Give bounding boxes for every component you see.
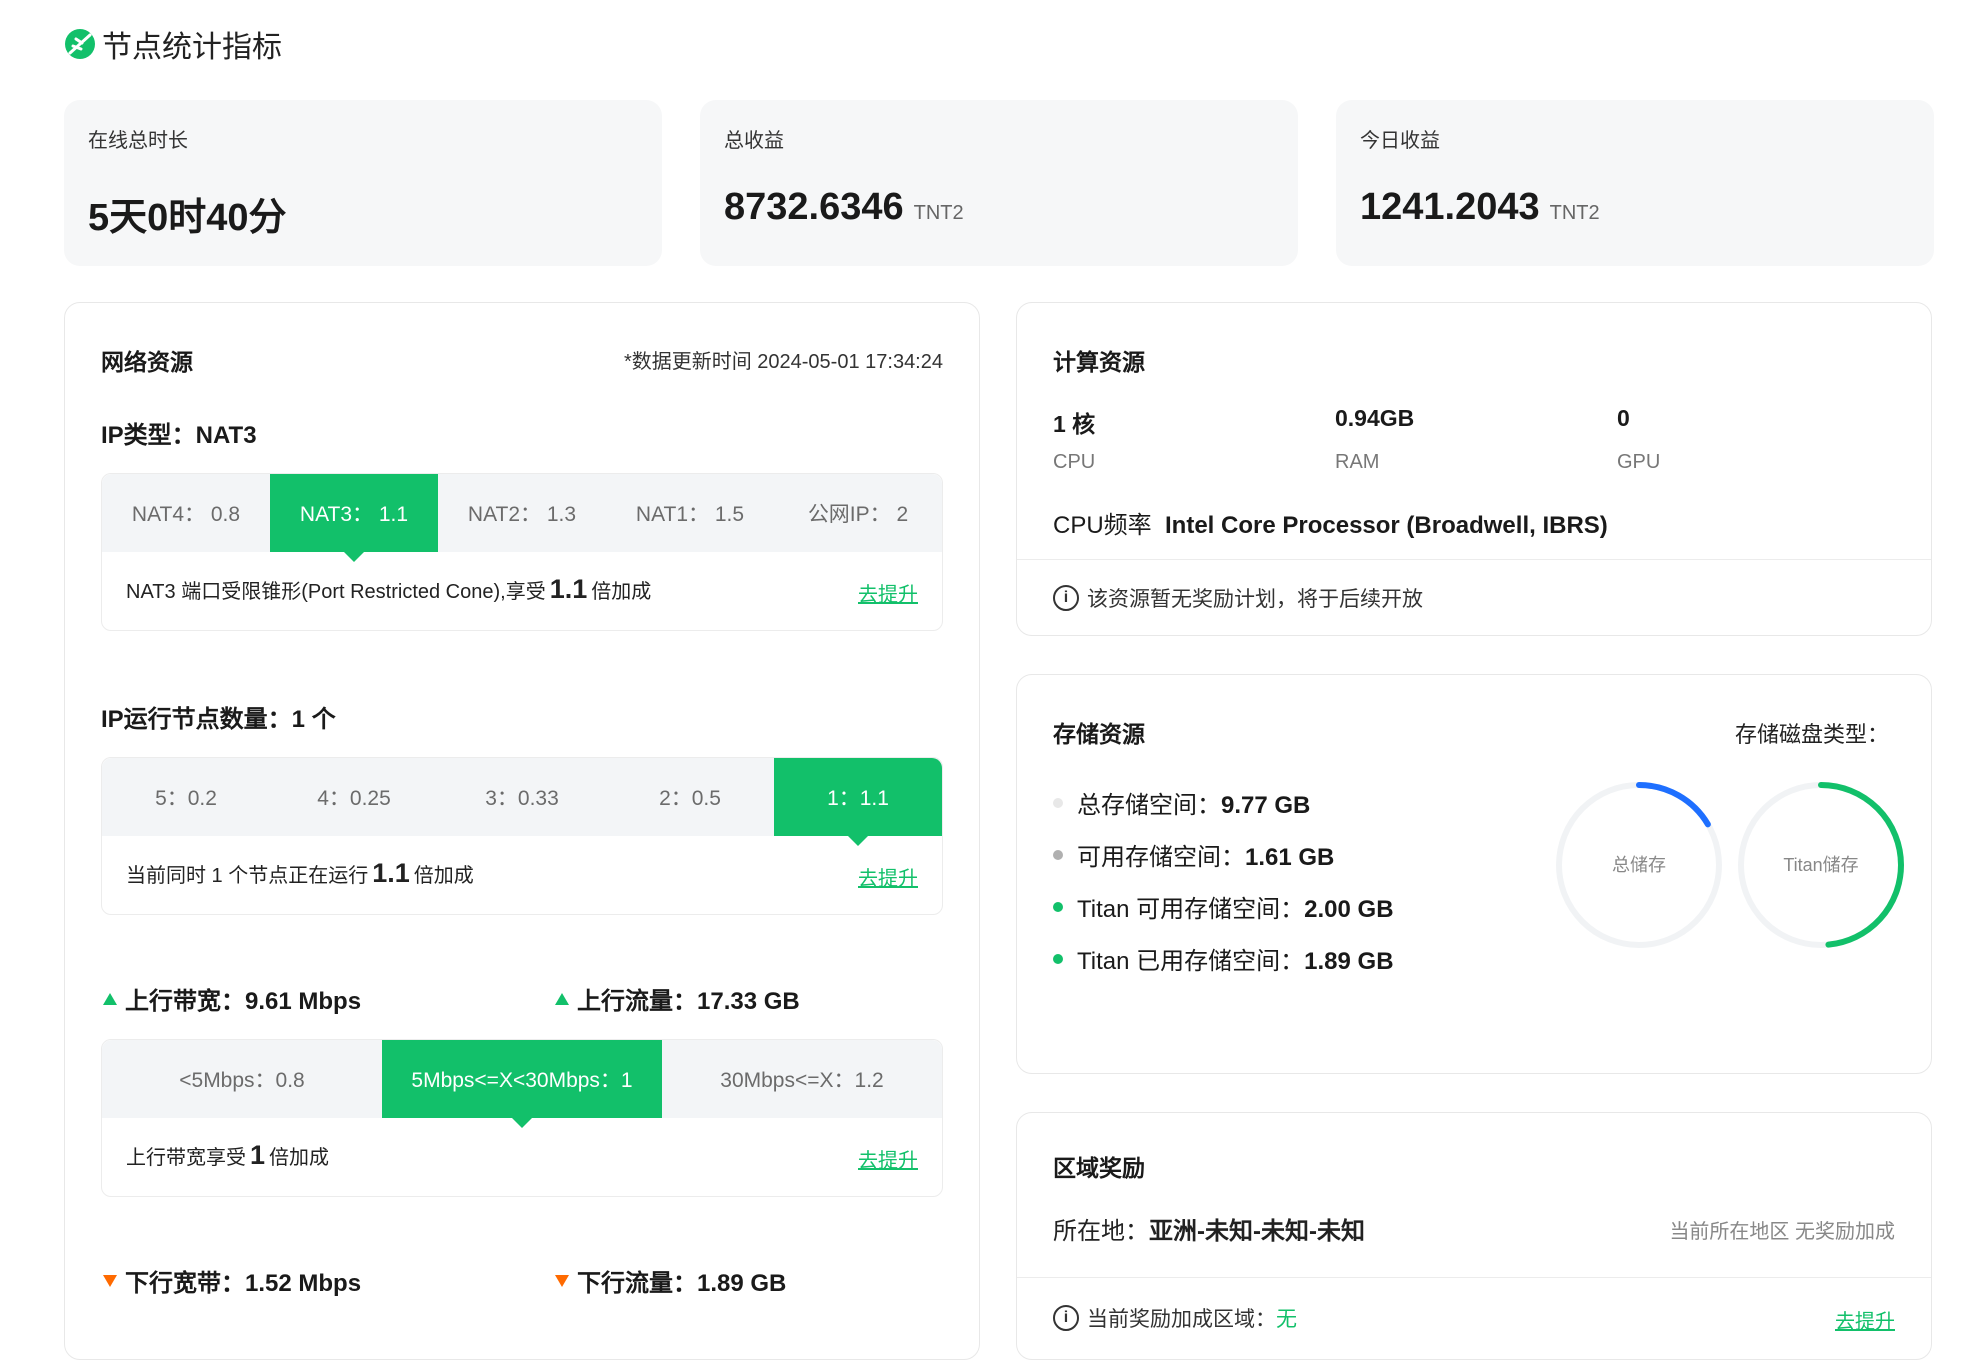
ip-type-option-nat2[interactable]: NAT2： 1.3 — [438, 474, 606, 552]
legend-dot — [1053, 797, 1063, 808]
ip-type-option-nat3[interactable]: NAT3： 1.1 — [270, 474, 438, 562]
bandwidth-option-high[interactable]: 30Mbps<=X：1.2 — [662, 1040, 942, 1118]
storage-total: 总存储空间：9.77 GB — [1053, 785, 1310, 820]
node-count-improve-link[interactable]: 去提升 — [858, 862, 918, 891]
region-bonus-note: 当前所在地区 无奖励加成 — [1669, 1221, 1895, 1243]
legend-dot — [1053, 953, 1063, 964]
stat-label: 今日收益 — [1360, 130, 1440, 152]
cpu-frequency: CPU频率 Intel Core Processor (Broadwell, I… — [1053, 512, 1608, 539]
compute-notice: i 该资源暂无奖励计划，将于后续开放 — [1053, 583, 1423, 613]
legend-dot — [1053, 849, 1063, 860]
total-storage-gauge: 总储存 — [1556, 782, 1722, 948]
node-count-options: 5：0.2 4：0.25 3：0.33 2：0.5 1：1.1 — [102, 758, 942, 846]
node-count-label: IP运行节点数量：1 个 — [101, 706, 336, 733]
cpu-label: CPU — [1053, 451, 1096, 473]
stat-card-online-time: 在线总时长 5天0时40分 — [64, 100, 662, 266]
info-icon: i — [1053, 1305, 1079, 1331]
region-location: 所在地：亚洲-未知-未知-未知 — [1053, 1218, 1365, 1245]
titan-storage-gauge: Titan储存 — [1738, 782, 1904, 948]
stat-unit: TNT2 — [1549, 202, 1600, 224]
divider — [1017, 559, 1931, 560]
info-icon: i — [1053, 585, 1079, 611]
upload-bandwidth: 上行带宽：9.61 Mbps — [103, 981, 361, 1016]
compute-title: 计算资源 — [1053, 349, 1145, 375]
stat-label: 总收益 — [724, 130, 784, 152]
node-count-option-5[interactable]: 5：0.2 — [102, 758, 270, 836]
ip-type-option-nat1[interactable]: NAT1： 1.5 — [606, 474, 774, 552]
gauge-label: 总储存 — [1612, 855, 1666, 875]
node-count-option-1[interactable]: 1：1.1 — [774, 758, 942, 846]
ip-type-improve-link[interactable]: 去提升 — [858, 578, 918, 607]
update-time: *数据更新时间 2024-05-01 17:34:24 — [623, 351, 943, 373]
arrow-down-icon — [555, 1274, 569, 1287]
stat-value: 8732.6346 TNT2 — [724, 186, 964, 228]
arrow-up-icon — [555, 992, 569, 1005]
network-panel: 网络资源 *数据更新时间 2024-05-01 17:34:24 IP类型：NA… — [64, 302, 980, 1360]
bandwidth-option-mid[interactable]: 5Mbps<=X<30Mbps：1 — [382, 1040, 662, 1128]
titan-used: Titan 已用存储空间：1.89 GB — [1053, 941, 1394, 976]
ram-value: 0.94GB — [1335, 405, 1415, 431]
stat-value: 1241.2043 TNT2 — [1360, 186, 1600, 228]
gpu-value: 0 — [1617, 405, 1630, 431]
gpu-label: GPU — [1617, 451, 1661, 473]
region-current: i 当前奖励加成区域：无 — [1053, 1303, 1297, 1333]
titan-available: Titan 可用存储空间：2.00 GB — [1053, 889, 1394, 924]
divider — [1017, 1277, 1931, 1278]
bandwidth-desc: 上行带宽享受 1 倍加成 — [126, 1140, 330, 1170]
bandwidth-options: <5Mbps：0.8 5Mbps<=X<30Mbps：1 30Mbps<=X：1… — [102, 1040, 942, 1128]
stat-card-total-income: 总收益 8732.6346 TNT2 — [700, 100, 1298, 266]
node-count-option-4[interactable]: 4：0.25 — [270, 758, 438, 836]
storage-panel: 存储资源 存储磁盘类型： 总存储空间：9.77 GB 可用存储空间：1.61 G… — [1016, 674, 1932, 1074]
region-title: 区域奖励 — [1053, 1155, 1145, 1181]
arrow-up-icon — [103, 992, 117, 1005]
stat-card-today-income: 今日收益 1241.2043 TNT2 — [1336, 100, 1934, 266]
gauge-label: Titan储存 — [1783, 855, 1858, 875]
leaf-logo-icon — [65, 29, 95, 59]
node-count-desc: 当前同时 1 个节点正在运行 1.1 倍加成 — [126, 858, 474, 888]
storage-title: 存储资源 — [1053, 721, 1145, 747]
bandwidth-selector: <5Mbps：0.8 5Mbps<=X<30Mbps：1 30Mbps<=X：1… — [101, 1039, 943, 1197]
download-bandwidth: 下行宽带：1.52 Mbps — [103, 1263, 361, 1298]
stat-value: 5天0时40分 — [88, 197, 287, 239]
ip-type-selector: NAT4： 0.8 NAT3： 1.1 NAT2： 1.3 NAT1： 1.5 … — [101, 473, 943, 631]
stat-label: 在线总时长 — [88, 130, 188, 152]
ip-type-desc: NAT3 端口受限锥形(Port Restricted Cone),享受 1.1 倍… — [126, 574, 652, 604]
network-title: 网络资源 — [101, 349, 193, 375]
node-count-option-2[interactable]: 2：0.5 — [606, 758, 774, 836]
ip-type-option-nat4[interactable]: NAT4： 0.8 — [102, 474, 270, 552]
download-traffic: 下行流量：1.89 GB — [555, 1263, 786, 1298]
arrow-down-icon — [103, 1274, 117, 1287]
storage-available: 可用存储空间：1.61 GB — [1053, 837, 1334, 872]
disk-type-label: 存储磁盘类型： — [1735, 722, 1890, 747]
region-panel: 区域奖励 所在地：亚洲-未知-未知-未知 当前所在地区 无奖励加成 i 当前奖励加… — [1016, 1112, 1932, 1360]
compute-panel: 计算资源 1 核 CPU 0.94GB RAM 0 GPU CPU频率 Inte… — [1016, 302, 1932, 636]
page-title: 节点统计指标 — [102, 31, 282, 64]
region-improve-link[interactable]: 去提升 — [1835, 1305, 1895, 1334]
ip-type-label: IP类型：NAT3 — [101, 422, 257, 449]
bandwidth-option-low[interactable]: <5Mbps：0.8 — [102, 1040, 382, 1118]
legend-dot — [1053, 901, 1063, 912]
page-header: 节点统计指标 — [64, 24, 282, 64]
bandwidth-improve-link[interactable]: 去提升 — [858, 1144, 918, 1173]
ip-type-options: NAT4： 0.8 NAT3： 1.1 NAT2： 1.3 NAT1： 1.5 … — [102, 474, 942, 562]
cpu-value: 1 核 — [1053, 411, 1096, 437]
stat-unit: TNT2 — [913, 202, 964, 224]
ip-type-option-public-ip[interactable]: 公网IP： 2 — [774, 474, 942, 552]
node-count-option-3[interactable]: 3：0.33 — [438, 758, 606, 836]
ram-label: RAM — [1335, 451, 1380, 473]
node-count-selector: 5：0.2 4：0.25 3：0.33 2：0.5 1：1.1 当前同时 1 个… — [101, 757, 943, 915]
upload-traffic: 上行流量：17.33 GB — [555, 981, 800, 1016]
